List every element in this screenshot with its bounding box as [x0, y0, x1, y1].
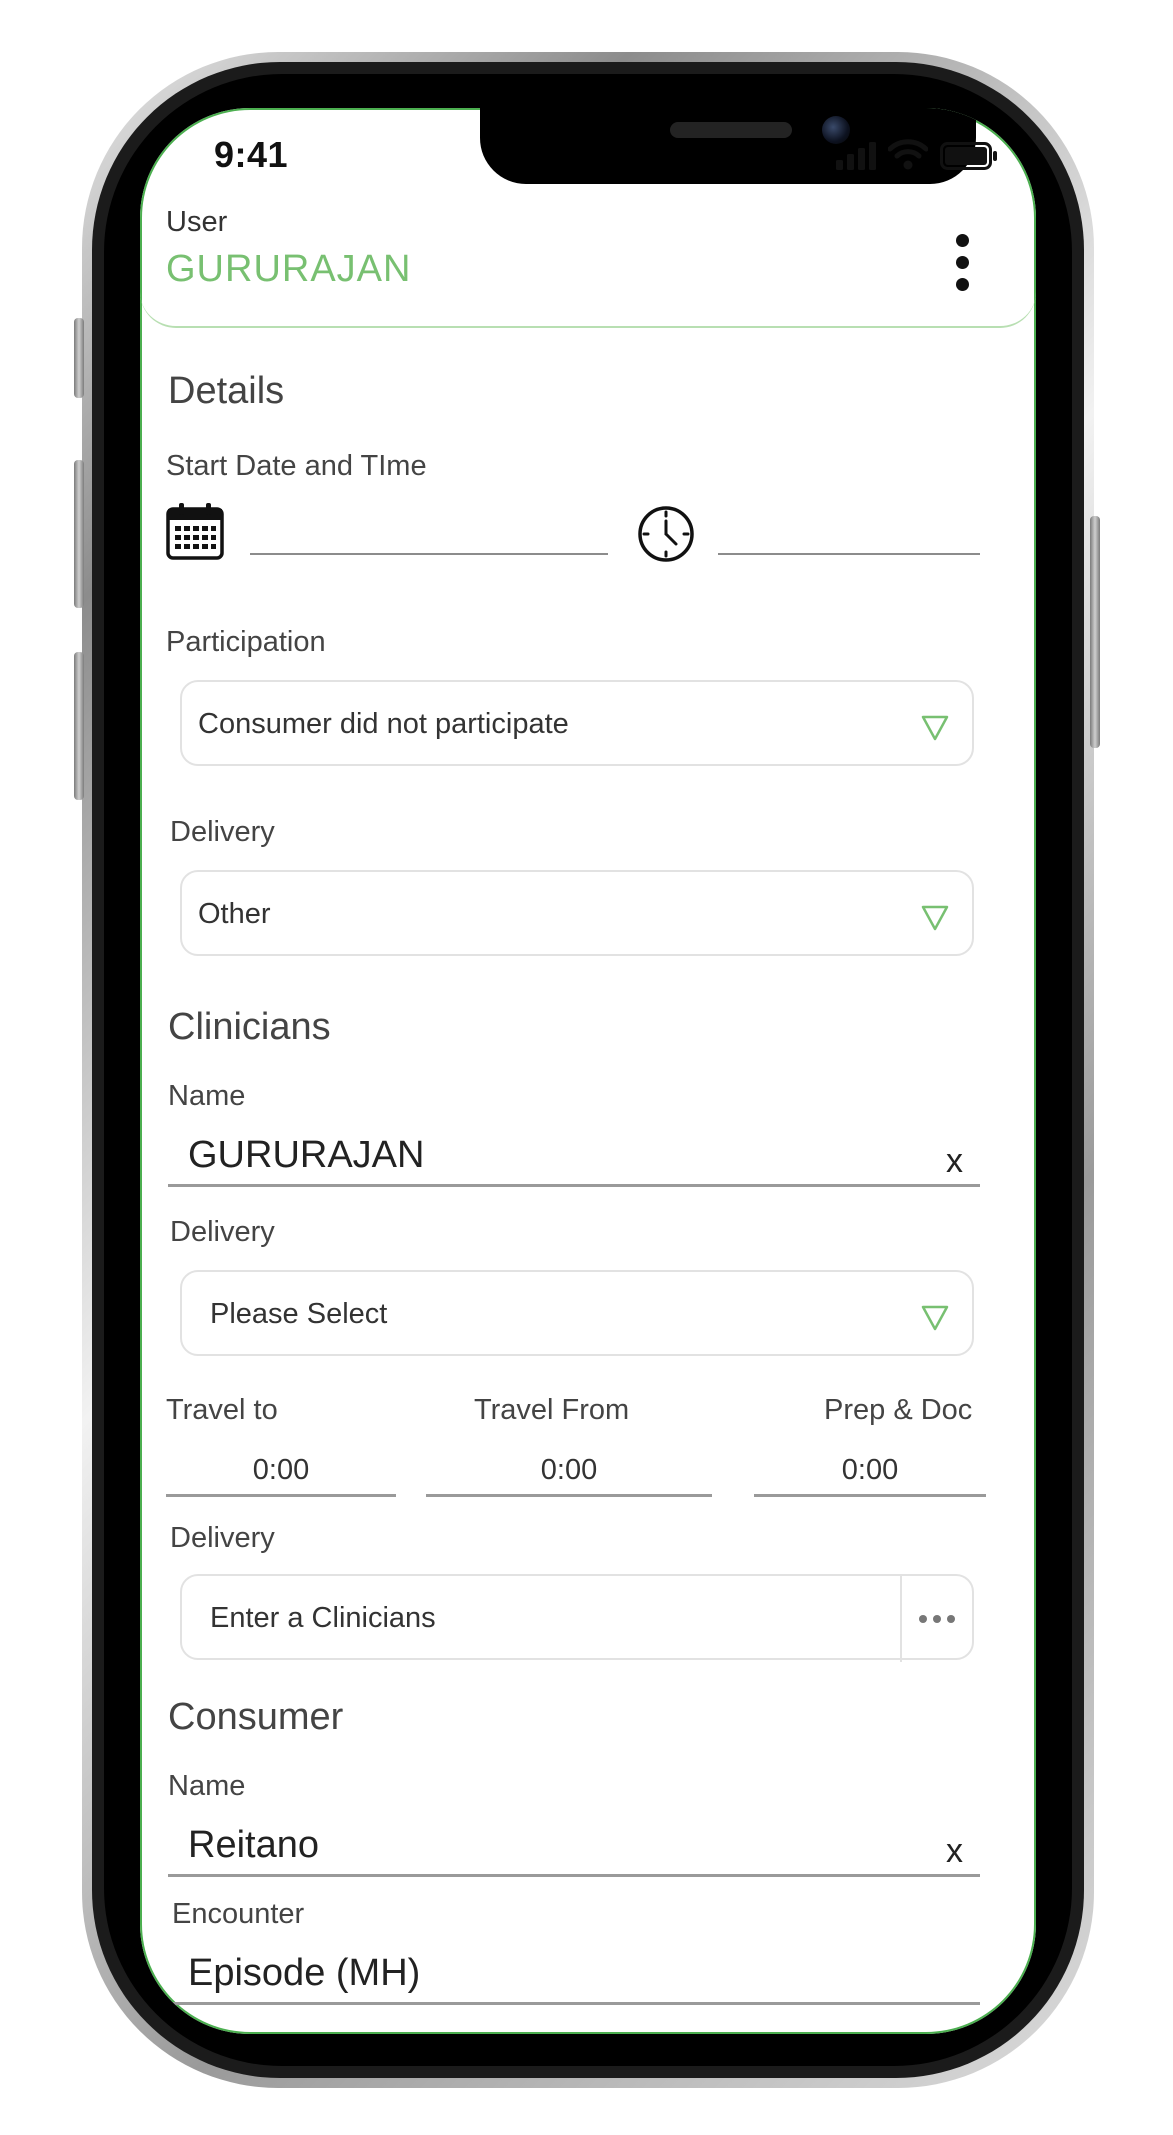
clinician-name-label: Name	[168, 1080, 246, 1112]
travel-from-label: Travel From	[474, 1394, 630, 1426]
clinician-name-input[interactable]: GURURAJAN	[188, 1134, 424, 1177]
clear-consumer-button[interactable]: x	[946, 1832, 963, 1871]
prep-doc-label: Prep & Doc	[824, 1394, 973, 1426]
power-button	[1090, 516, 1100, 748]
clear-clinician-button[interactable]: x	[946, 1142, 963, 1181]
consumer-title: Consumer	[168, 1696, 344, 1738]
dropdown-triangle-icon	[921, 715, 949, 741]
speaker-grille	[670, 122, 792, 138]
travel-from-underline	[426, 1494, 712, 1497]
battery-icon	[940, 142, 997, 170]
more-vertical-icon[interactable]	[950, 234, 974, 294]
travel-to-underline	[166, 1494, 396, 1497]
clinician-name-underline	[168, 1184, 980, 1187]
start-date-input[interactable]	[250, 553, 608, 555]
clinician-delivery-select[interactable]: Please Select	[180, 1270, 974, 1356]
dropdown-triangle-icon	[921, 1305, 949, 1331]
app-screen: User GURURAJAN 9:41 Details Start Date a…	[140, 108, 1036, 2034]
clock-icon[interactable]	[636, 504, 696, 564]
user-name: GURURAJAN	[166, 248, 412, 290]
start-date-time-label: Start Date and TIme	[166, 450, 427, 482]
dropdown-triangle-icon	[921, 905, 949, 931]
participation-label: Participation	[166, 626, 326, 658]
consumer-name-input[interactable]: Reitano	[188, 1824, 319, 1867]
encounter-underline	[168, 2002, 980, 2005]
clinician-delivery2-label: Delivery	[170, 1522, 275, 1554]
status-time: 9:41	[214, 134, 289, 175]
ellipsis-icon[interactable]	[900, 1576, 972, 1662]
volume-up-button	[74, 460, 84, 608]
prep-doc-underline	[754, 1494, 986, 1497]
participation-value: Consumer did not participate	[198, 708, 569, 740]
mute-switch	[74, 318, 84, 398]
calendar-icon[interactable]	[166, 502, 224, 560]
delivery-value: Other	[198, 898, 271, 930]
details-title: Details	[168, 370, 285, 412]
prep-doc-input[interactable]: 0:00	[754, 1454, 986, 1487]
encounter-input[interactable]: Episode (MH)	[188, 1952, 420, 1995]
clinicians-title: Clinicians	[168, 1006, 331, 1048]
delivery-select[interactable]: Other	[180, 870, 974, 956]
travel-from-input[interactable]: 0:00	[426, 1454, 712, 1487]
consumer-name-underline	[168, 1874, 980, 1877]
delivery-label: Delivery	[170, 816, 275, 848]
participation-select[interactable]: Consumer did not participate	[180, 680, 974, 766]
signal-icon	[836, 142, 876, 170]
volume-down-button	[74, 652, 84, 800]
consumer-name-label: Name	[168, 1770, 246, 1802]
clinician-delivery-value: Please Select	[210, 1298, 388, 1330]
encounter-label: Encounter	[172, 1898, 305, 1930]
travel-to-label: Travel to	[166, 1394, 278, 1426]
front-camera	[822, 116, 850, 144]
travel-to-input[interactable]: 0:00	[166, 1454, 396, 1487]
clinician-search-placeholder: Enter a Clinicians	[210, 1602, 436, 1634]
wifi-icon	[888, 139, 928, 170]
clinician-search-field[interactable]: Enter a Clinicians	[180, 1574, 974, 1662]
clinician-delivery-label: Delivery	[170, 1216, 275, 1248]
start-time-input[interactable]	[718, 553, 980, 555]
user-label: User	[166, 206, 228, 238]
